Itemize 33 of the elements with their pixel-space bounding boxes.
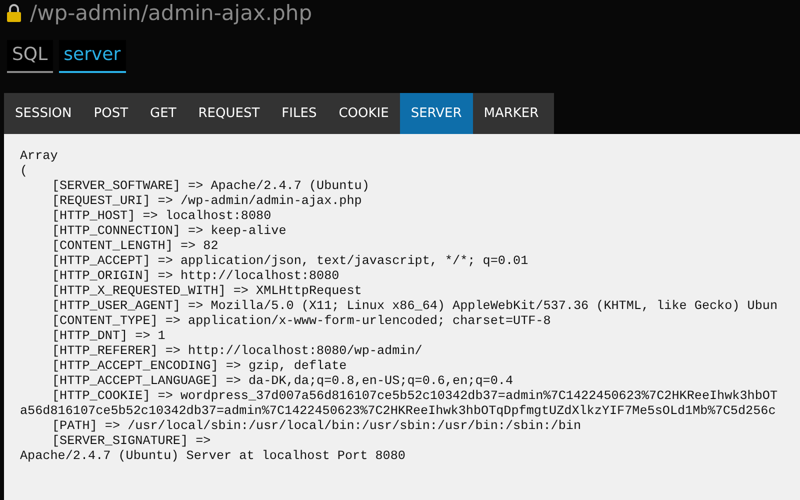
output-line: [HTTP_ACCEPT_LANGUAGE] => da-DK,da;q=0.8,en-US;q=0.6,en;q=0.4 xyxy=(51,374,514,389)
output-line: [CONTENT_LENGTH] => 82 xyxy=(51,239,220,254)
output-line: [CONTENT_TYPE] => application/x-www-form-urlencoded; charset=UTF-8 xyxy=(51,314,552,329)
output-line: a56d816107ce5b52c10342db37=admin%7C1422450623%7C2HKReeIhwk3hbOTqDpfmgtUZdXlkzYIF7Me5sOLd1Mb%7C5d256c xyxy=(20,404,777,419)
output-line: [SERVER_SOFTWARE] => Apache/2.4.7 (Ubuntu) xyxy=(51,179,370,194)
output-line: [HTTP_DNT] => 1 xyxy=(51,329,166,344)
output-line: Apache/2.4.7 (Ubuntu) Server at localhost Port 8080 xyxy=(20,449,406,464)
tab[interactable]: GET xyxy=(139,93,188,134)
output-line: ( xyxy=(20,164,29,179)
view-tab[interactable]: SQL xyxy=(7,40,53,73)
tab[interactable]: FILES xyxy=(270,93,328,134)
tab[interactable]: POST xyxy=(82,93,140,134)
tab[interactable]: REQUEST xyxy=(187,93,271,134)
output-line: [HTTP_ACCEPT] => application/json, text/javascript, */*; q=0.01 xyxy=(51,254,530,269)
tab[interactable]: COOKIE xyxy=(328,93,400,134)
output-line: [HTTP_CONNECTION] => keep-alive xyxy=(51,224,288,239)
output-line: [REQUEST_URI] => /wp-admin/admin-ajax.php xyxy=(51,194,363,209)
output-line: [HTTP_COOKIE] => wordpress_37d007a56d816107ce5b52c10342db37=admin%7C1422450623%7C2HKReeIhwk3hbOT xyxy=(51,389,779,404)
padlock-icon xyxy=(6,3,22,23)
output-line: [SERVER_SIGNATURE] => xyxy=(51,434,212,449)
tab[interactable]: MARKER xyxy=(472,93,550,134)
output-line: [PATH] => /usr/local/sbin:/usr/local/bin:/usr/sbin:/usr/bin:/sbin:/bin xyxy=(51,419,582,434)
output-line: [HTTP_X_REQUESTED_WITH] => XMLHttpRequest xyxy=(51,284,363,299)
output-line: [HTTP_REFERER] => http://localhost:8080/wp-admin/ xyxy=(51,344,424,359)
output-line: [HTTP_HOST] => localhost:8080 xyxy=(51,209,272,224)
output-line: [HTTP_ORIGIN] => http://localhost:8080 xyxy=(51,269,340,284)
tab[interactable]: SESSION xyxy=(4,93,83,134)
output-line: Array xyxy=(20,149,59,164)
page-title: /wp-admin/admin-ajax.php xyxy=(30,1,312,25)
output-line: [HTTP_ACCEPT_ENCODING] => gzip, deflate xyxy=(51,359,348,374)
tab[interactable]: SERVER xyxy=(400,93,473,134)
output-line: [HTTP_USER_AGENT] => Mozilla/5.0 (X11; Linux x86_64) AppleWebKit/537.36 (KHTML, like Gecko) Ubun xyxy=(51,299,779,314)
view-tab[interactable]: server xyxy=(58,40,126,73)
